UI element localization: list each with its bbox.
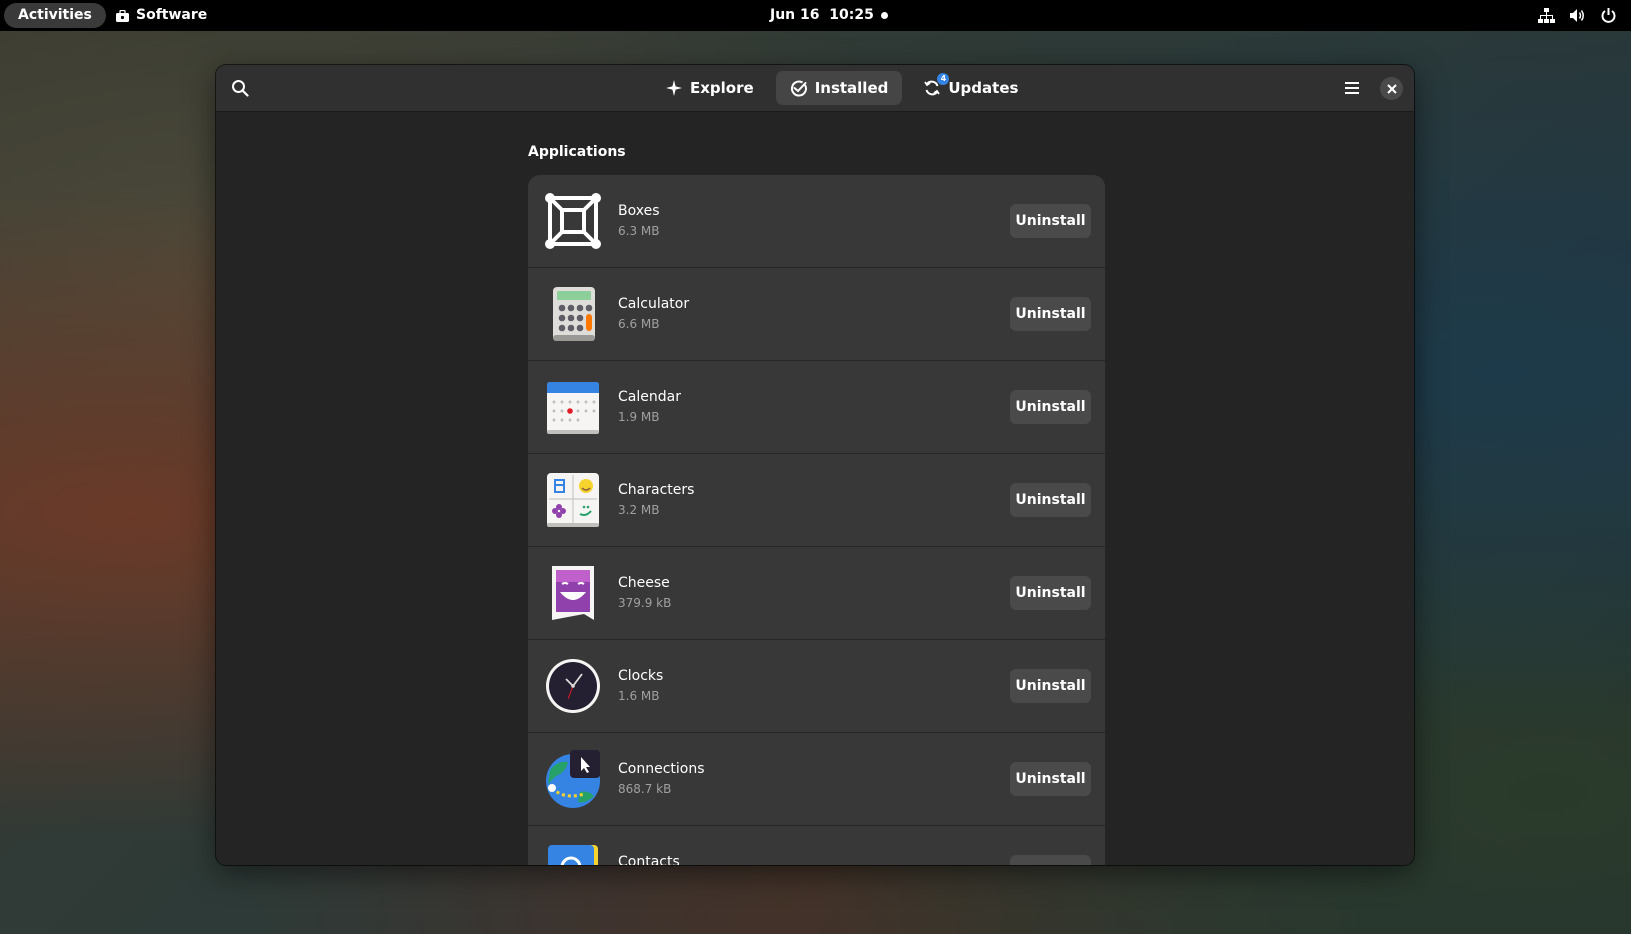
app-name: Characters (618, 482, 695, 498)
app-name: Cheese (618, 575, 670, 591)
app-size: 6.3 MB (618, 224, 660, 238)
search-icon (232, 80, 249, 97)
close-icon (1386, 83, 1397, 94)
section-title: Applications (528, 144, 626, 160)
list-item[interactable]: Characters 3.2 MB Uninstall (528, 454, 1105, 547)
tab-updates-label: Updates (948, 79, 1019, 97)
clock-time: 10:25 (829, 7, 874, 23)
app-menu-label: Software (136, 7, 208, 23)
list-item[interactable]: Clocks 1.6 MB Uninstall (528, 640, 1105, 733)
list-item[interactable]: Cheese 379.9 kB Uninstall (528, 547, 1105, 640)
list-item[interactable]: Boxes 6.3 MB Uninstall (528, 175, 1105, 268)
app-size: 1.6 MB (618, 689, 660, 703)
uninstall-button[interactable] (1010, 855, 1091, 865)
app-name: Calendar (618, 389, 681, 405)
close-button[interactable] (1380, 77, 1403, 100)
calendar-app-icon (547, 382, 599, 434)
app-size: 6.6 MB (618, 317, 660, 331)
app-size: 1.9 MB (618, 410, 660, 424)
boxes-app-icon (545, 193, 601, 249)
connections-app-icon (546, 750, 600, 808)
uninstall-button[interactable]: Uninstall (1010, 390, 1091, 424)
search-button[interactable] (224, 72, 256, 104)
list-item[interactable]: Contacts (528, 826, 1105, 865)
power-icon (1601, 8, 1616, 23)
software-window: Explore Installed 4 Updates Applications… (216, 65, 1414, 865)
list-item[interactable]: Calculator 6.6 MB Uninstall (528, 268, 1105, 361)
calculator-app-icon (553, 287, 595, 341)
clock[interactable]: Jun 16 10:25 (770, 0, 874, 31)
network-wired-icon (1538, 8, 1555, 23)
tab-updates[interactable]: 4 Updates (910, 71, 1032, 105)
tab-installed-label: Installed (814, 79, 889, 97)
tab-explore[interactable]: Explore (652, 71, 768, 105)
app-name: Connections (618, 761, 705, 777)
view-switcher: Explore Installed 4 Updates (652, 71, 1032, 105)
hamburger-menu-icon (1345, 82, 1359, 94)
uninstall-button[interactable]: Uninstall (1010, 297, 1091, 331)
check-circle-icon (790, 80, 807, 97)
characters-app-icon (547, 473, 599, 527)
installed-page[interactable]: Applications Boxes 6.3 MB Uninstall Calc… (216, 112, 1414, 865)
cheese-app-icon (552, 566, 594, 620)
uninstall-button[interactable]: Uninstall (1010, 576, 1091, 610)
volume-icon (1570, 9, 1584, 22)
main-menu-button[interactable] (1335, 72, 1369, 104)
tab-explore-label: Explore (690, 79, 754, 97)
app-list: Boxes 6.3 MB Uninstall Calculator 6.6 MB… (528, 175, 1105, 865)
uninstall-button[interactable]: Uninstall (1010, 762, 1091, 796)
app-name: Clocks (618, 668, 664, 684)
header-bar: Explore Installed 4 Updates (216, 65, 1414, 112)
tab-installed[interactable]: Installed (775, 71, 903, 105)
list-item[interactable]: Connections 868.7 kB Uninstall (528, 733, 1105, 826)
app-name: Boxes (618, 203, 660, 219)
list-item[interactable]: Calendar 1.9 MB Uninstall (528, 361, 1105, 454)
uninstall-button[interactable]: Uninstall (1010, 669, 1091, 703)
system-tray[interactable] (1538, 7, 1617, 24)
sparkle-icon (666, 80, 682, 96)
app-size: 3.2 MB (618, 503, 660, 517)
clock-date: Jun 16 (770, 7, 820, 23)
uninstall-button[interactable]: Uninstall (1010, 204, 1091, 238)
software-bag-icon (116, 9, 129, 22)
app-size: 868.7 kB (618, 782, 672, 796)
app-name: Contacts (618, 854, 680, 865)
app-name: Calculator (618, 296, 690, 312)
contacts-app-icon (548, 845, 598, 865)
clocks-app-icon (546, 659, 600, 713)
uninstall-button[interactable]: Uninstall (1010, 483, 1091, 517)
notification-dot (881, 12, 888, 19)
app-size: 379.9 kB (618, 596, 672, 610)
app-menu[interactable]: Software (116, 0, 207, 31)
activities-button[interactable]: Activities (4, 3, 106, 28)
top-bar: Activities Software Jun 16 10:25 (0, 0, 1631, 31)
